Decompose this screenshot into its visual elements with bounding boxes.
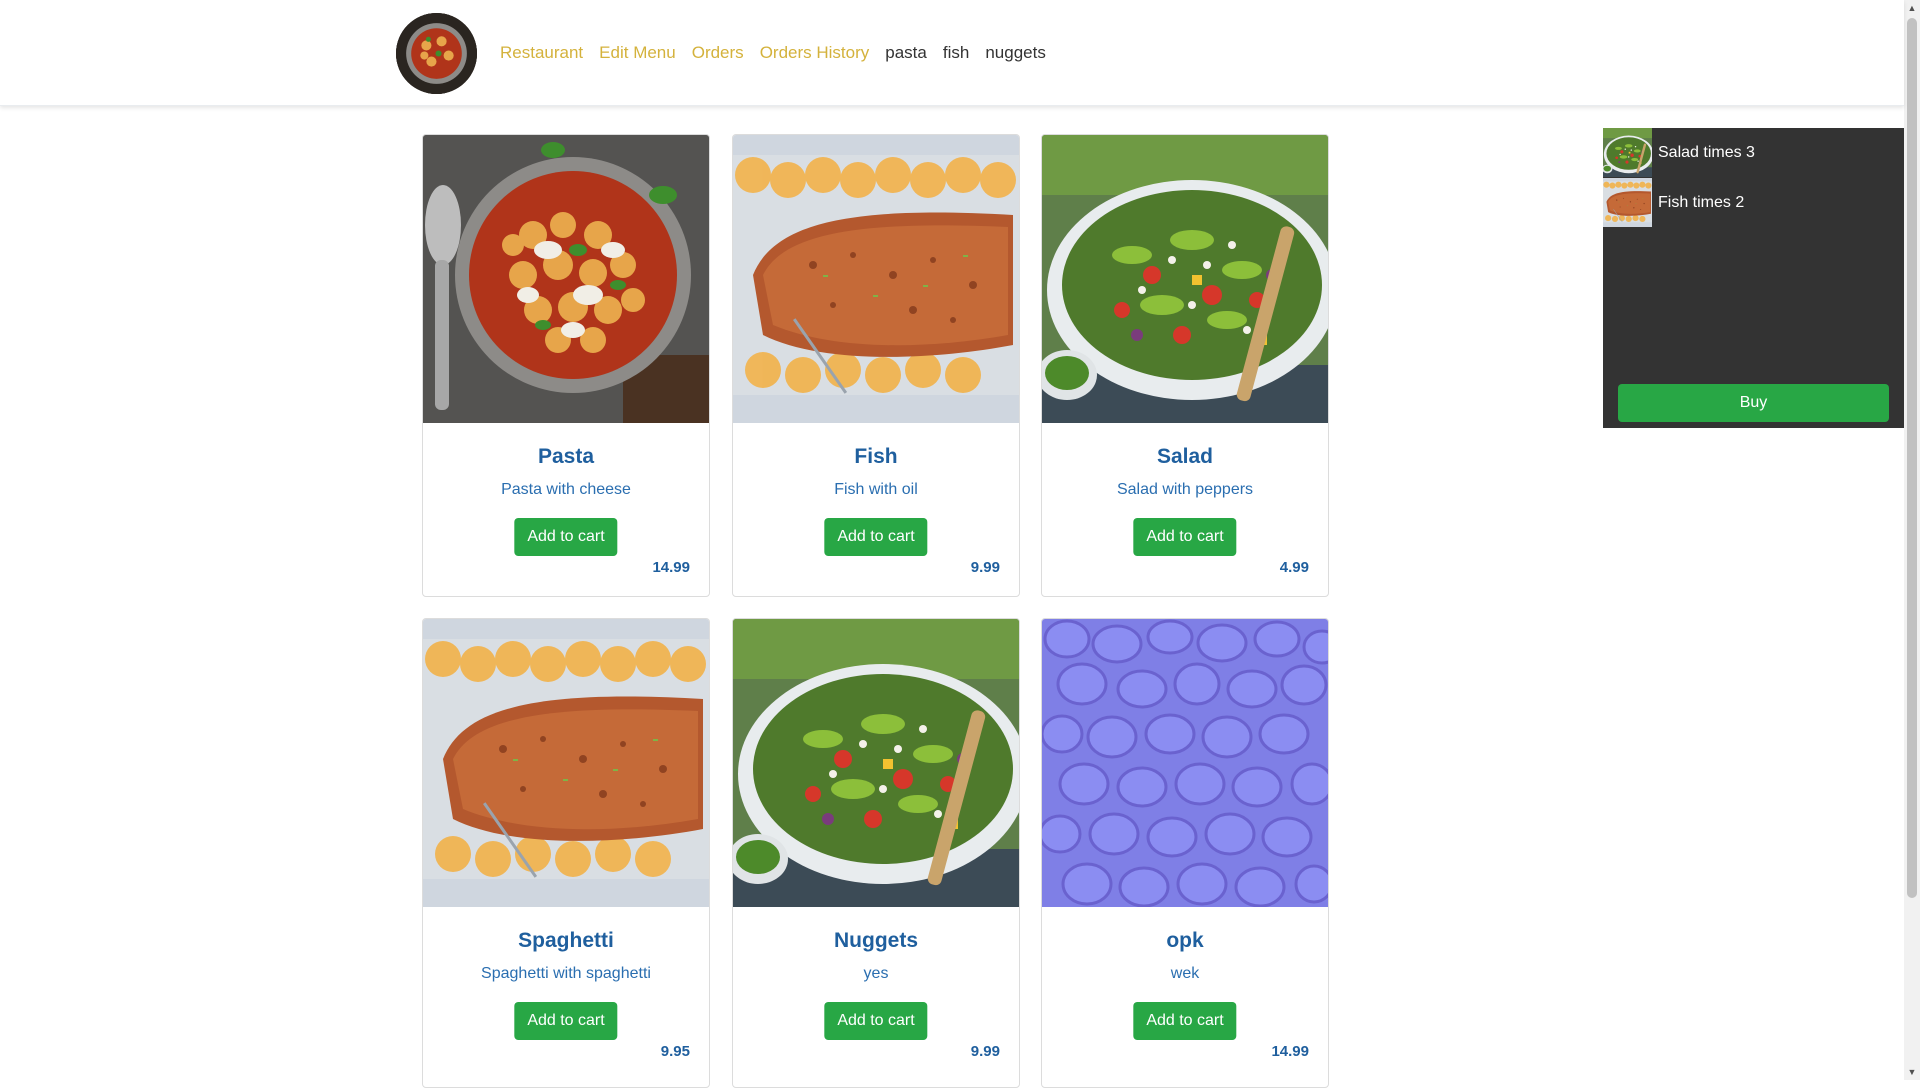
cart-item: Fish times 2 <box>1603 178 1904 227</box>
restaurant-logo[interactable] <box>396 13 477 94</box>
product-image-nuggets <box>733 619 1019 907</box>
product-price: 9.99 <box>970 1043 1000 1060</box>
product-description: yes <box>863 965 889 982</box>
product-description: Fish with oil <box>834 481 918 498</box>
product-description: Pasta with cheese <box>501 481 631 498</box>
product-card-nuggets: Nuggets yes Add to cart 9.99 <box>732 618 1020 1088</box>
product-price: 9.99 <box>970 559 1000 576</box>
product-description: Salad with peppers <box>1116 481 1254 498</box>
product-price: 4.99 <box>1279 559 1309 576</box>
product-title: Spaghetti <box>518 929 614 952</box>
cart-item-thumbnail <box>1603 178 1652 227</box>
product-image-opk <box>1042 619 1328 907</box>
buy-button[interactable]: Buy <box>1618 384 1889 422</box>
nav-links: Restaurant Edit Menu Orders Orders Histo… <box>500 42 1046 64</box>
nav-link-orders-history[interactable]: Orders History <box>760 42 870 64</box>
cart-item-thumbnail <box>1603 128 1652 177</box>
nav-link-restaurant[interactable]: Restaurant <box>500 42 583 64</box>
product-card-opk: opk wek Add to cart 14.99 <box>1041 618 1329 1088</box>
add-to-cart-button[interactable]: Add to cart <box>824 1002 928 1040</box>
add-to-cart-button[interactable]: Add to cart <box>824 518 928 556</box>
product-card-pasta: Pasta Pasta with cheese Add to cart 14.9… <box>422 134 710 597</box>
cart-item-label: Salad times 3 <box>1658 143 1755 161</box>
product-title: Nuggets <box>834 929 918 952</box>
product-title: Salad <box>1156 445 1214 468</box>
product-card-salad: Salad Salad with peppers Add to cart 4.9… <box>1041 134 1329 597</box>
product-image-spaghetti <box>423 619 709 907</box>
cart-item-label: Fish times 2 <box>1658 193 1745 211</box>
product-image-fish <box>733 135 1019 423</box>
add-to-cart-button[interactable]: Add to cart <box>1133 518 1237 556</box>
product-description: Spaghetti with spaghetti <box>481 965 651 982</box>
scrollbar-thumb[interactable] <box>1907 18 1917 898</box>
product-card-spaghetti: Spaghetti Spaghetti with spaghetti Add t… <box>422 618 710 1088</box>
product-price: 14.99 <box>652 559 690 576</box>
product-price: 14.99 <box>1271 1043 1309 1060</box>
product-title: Fish <box>854 445 898 468</box>
add-to-cart-button[interactable]: Add to cart <box>514 518 618 556</box>
cart-panel: Salad times 3 Fish times 2 Buy <box>1603 128 1904 428</box>
product-title: opk <box>1166 929 1204 952</box>
product-card-fish: Fish Fish with oil Add to cart 9.99 <box>732 134 1020 597</box>
scroll-up-arrow-icon[interactable]: ▲ <box>1904 0 1920 16</box>
add-to-cart-button[interactable]: Add to cart <box>514 1002 618 1040</box>
product-image-salad <box>1042 135 1328 423</box>
page-scrollbar[interactable]: ▲ ▼ <box>1904 0 1920 1080</box>
add-to-cart-button[interactable]: Add to cart <box>1133 1002 1237 1040</box>
nav-link-fish[interactable]: fish <box>943 42 969 64</box>
nav-link-pasta[interactable]: pasta <box>885 42 927 64</box>
nav-link-orders[interactable]: Orders <box>692 42 744 64</box>
product-image-pasta <box>423 135 709 423</box>
scroll-down-arrow-icon[interactable]: ▼ <box>1904 1064 1920 1080</box>
product-price: 9.95 <box>660 1043 690 1060</box>
product-title: Pasta <box>537 445 595 468</box>
cart-item: Salad times 3 <box>1603 128 1904 177</box>
nav-link-nuggets[interactable]: nuggets <box>985 42 1046 64</box>
nav-link-edit-menu[interactable]: Edit Menu <box>599 42 676 64</box>
top-navbar: Restaurant Edit Menu Orders Orders Histo… <box>0 0 1904 106</box>
product-description: wek <box>1170 965 1200 982</box>
